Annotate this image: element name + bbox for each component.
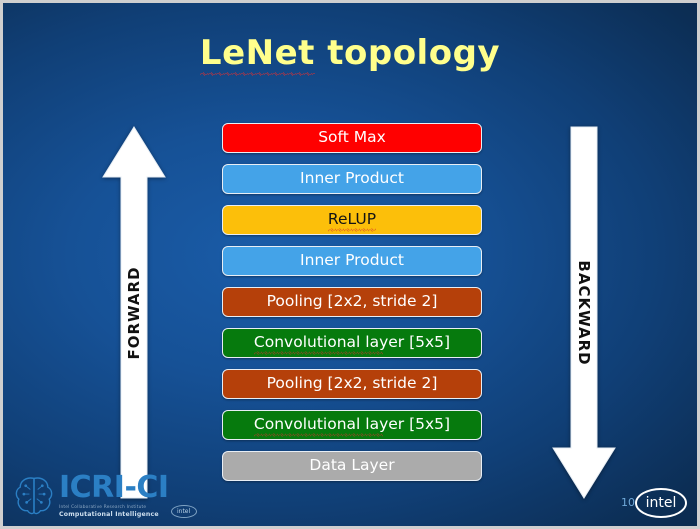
layer-box-data-layer[interactable]: Data Layer: [222, 451, 482, 481]
layer-box-convolutional-1[interactable]: Convolutional layer [5x5]: [222, 410, 482, 440]
layer-box-pooling-1[interactable]: Pooling [2x2, stride 2]: [222, 369, 482, 399]
layer-box-inner-product-1[interactable]: Inner Product: [222, 246, 482, 276]
page-title-rest: topology: [314, 33, 501, 73]
layer-label: Pooling [2x2, stride 2]: [266, 292, 438, 311]
intel-logo: intel: [635, 488, 687, 518]
layer-label: ReLUP: [327, 210, 377, 232]
layer-label: Pooling [2x2, stride 2]: [266, 374, 438, 393]
backward-arrow-label: BACKWARD: [575, 259, 593, 366]
layer-label: Soft Max: [318, 128, 386, 147]
page-title-main: LeNet: [199, 33, 315, 76]
icri-ci-logo: ICRI-CI Intel Collaborative Research Ins…: [11, 468, 197, 522]
icri-name: ICRI-CI: [59, 469, 169, 505]
layer-box-inner-product-2[interactable]: Inner Product: [222, 164, 482, 194]
page-title: LeNet topology: [199, 33, 501, 76]
icri-subtitle-primary: Intel Collaborative Research Institute: [59, 504, 147, 510]
layer-box-softmax[interactable]: Soft Max: [222, 123, 482, 153]
layer-label: Data Layer: [309, 456, 395, 475]
icri-intel-badge: intel: [170, 504, 197, 518]
layer-box-pooling-2[interactable]: Pooling [2x2, stride 2]: [222, 287, 482, 317]
network-layer-stack: Soft Max Inner Product ReLUP Inner Produ…: [222, 123, 482, 481]
layer-label: Convolutional layer [5x5]: [253, 415, 451, 437]
icri-subtitle-secondary: Computational Intelligence: [59, 510, 159, 518]
slide-canvas: LeNet topology Soft Max Inner Product Re…: [0, 0, 700, 529]
page-number: 10: [621, 496, 635, 509]
title-container: LeNet topology: [3, 33, 697, 76]
forward-arrow: FORWARD: [101, 125, 167, 500]
forward-arrow-label: FORWARD: [125, 265, 143, 360]
icri-text-block: ICRI-CI Intel Collaborative Research Ins…: [59, 469, 197, 518]
layer-label: Convolutional layer [5x5]: [253, 333, 451, 355]
brain-circuit-icon: [15, 477, 53, 515]
layer-box-relup[interactable]: ReLUP: [222, 205, 482, 235]
layer-label: Inner Product: [300, 169, 404, 188]
backward-arrow: BACKWARD: [551, 125, 617, 500]
layer-box-convolutional-2[interactable]: Convolutional layer [5x5]: [222, 328, 482, 358]
layer-label: Inner Product: [300, 251, 404, 270]
